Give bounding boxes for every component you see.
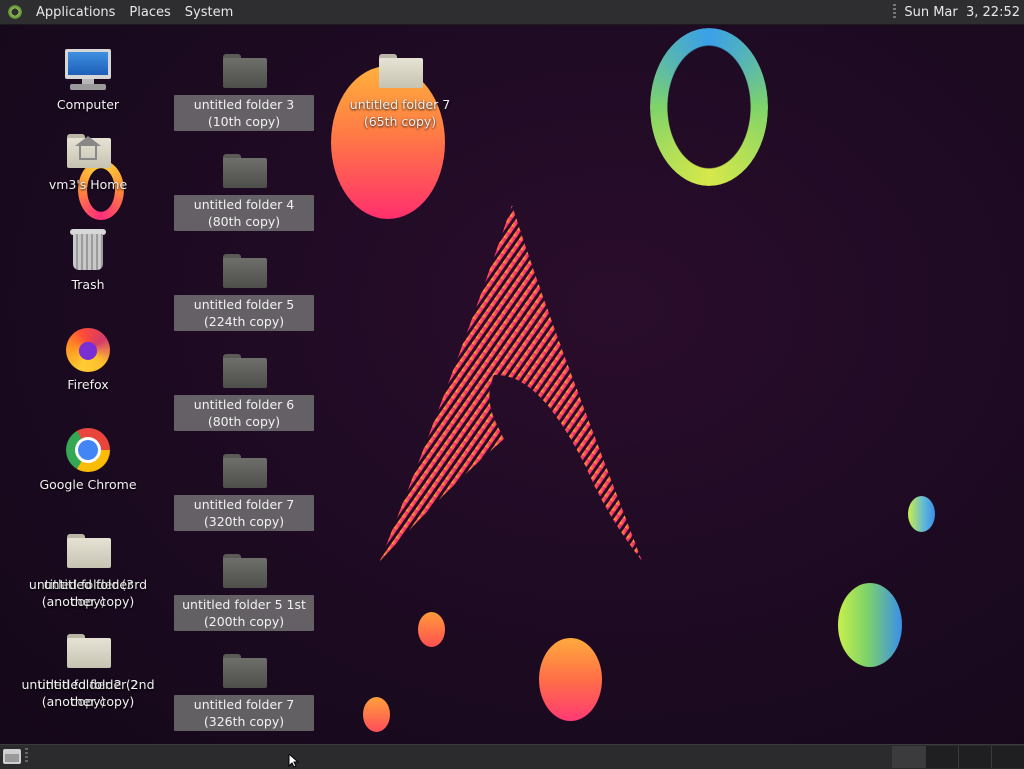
desktop-icon-computer[interactable]: Computer [33,46,143,114]
panel-grip [25,748,28,764]
desktop-icon-folder[interactable]: untitled folder 4 (80th copy) [172,146,316,231]
arch-logo-wallpaper [380,205,642,561]
desktop-icon-label: untitled folder 2 (another copy) [37,677,139,709]
workspace-switcher-4[interactable] [991,746,1024,768]
desktop-icon-label: untitled folder 6 (80th copy) [174,395,314,431]
desktop-icon-label: untitled folder 7 (326th copy) [174,695,314,731]
folder-icon [220,46,268,94]
desktop-icon-trash[interactable]: Trash [33,226,143,294]
wallpaper-orb [418,612,445,647]
clock-applet[interactable]: Sun Mar 3, 22:52 [893,4,1024,20]
desktop-icon-label: vm3's Home [48,177,128,192]
desktop-icon-folder[interactable]: untitled folder 7 (320th copy) [172,446,316,531]
desktop-icon-folder[interactable]: untitled folder 5 1st (200th copy) [172,546,316,631]
wallpaper-orb [363,697,390,732]
system-menu[interactable]: System [178,5,240,20]
desktop-icon-folder[interactable]: untitled folder 3 (10th copy) [172,46,316,131]
folder-icon [220,646,268,694]
wallpaper-orb [838,583,902,667]
workspace-switcher-3[interactable] [958,746,991,768]
applications-menu[interactable]: Applications [29,5,122,20]
computer-icon [64,46,112,94]
wallpaper-orb [908,496,935,532]
desktop-icon-chrome[interactable]: Google Chrome [33,426,143,494]
desktop-icon-label: untitled folder 3 (10th copy) [174,95,314,131]
top-panel: Applications Places System Sun Mar 3, 22… [0,0,1024,25]
folder-icon [220,346,268,394]
folder-icon [220,446,268,494]
workspace-switcher-2[interactable] [925,746,958,768]
desktop-icon-label: untitled folder 4 (80th copy) [174,195,314,231]
desktop-icon-label: untitled folder 5 (224th copy) [174,295,314,331]
panel-grip [893,4,897,20]
desktop-icon-label: Computer [56,97,120,112]
folder-icon [220,146,268,194]
desktop-icon-label: untitled folder 7 (65th copy) [349,97,451,129]
desktop-icon-folder[interactable]: untitled folder 7 (65th copy) [328,46,472,131]
desktop-icon-label: untitled folder (another copy) [41,577,135,609]
folder-icon [64,626,112,674]
desktop-icon-label: Google Chrome [39,477,137,492]
desktop-icon-label: Firefox [67,377,109,392]
desktop-icon-folder[interactable]: untitled folder 6 (80th copy) [172,346,316,431]
desktop-icon-folder[interactable]: untitled folder 5 (224th copy) [172,246,316,331]
wallpaper-orb [539,638,602,721]
mouse-cursor-icon [288,754,300,768]
places-menu[interactable]: Places [122,5,177,20]
folder-icon [220,546,268,594]
folder-icon [376,46,424,94]
desktop-icon-label: untitled folder 7 (320th copy) [174,495,314,531]
show-desktop-icon[interactable] [3,749,21,764]
desktop-icon-folder[interactable]: untitled folder 7 (326th copy) [172,646,316,731]
desktop-icon-folder[interactable]: untitled folder 2 (another copy) [16,626,160,711]
folder-icon [220,246,268,294]
desktop-icon-label: Trash [71,277,105,292]
desktop-icon-label: untitled folder 5 1st (200th copy) [174,595,314,631]
desktop-icon-firefox[interactable]: Firefox [33,326,143,394]
workspace-switcher-1[interactable] [892,746,925,768]
wallpaper-ring-large [650,28,768,186]
trash-icon [64,226,112,274]
home-folder-icon [64,126,112,174]
desktop-icon-home[interactable]: vm3's Home [33,126,143,194]
firefox-icon [64,326,112,374]
bottom-panel [0,744,1024,769]
distro-menu-icon[interactable] [7,4,23,20]
folder-icon [64,526,112,574]
clock-text: Sun Mar 3, 22:52 [904,4,1020,20]
desktop-icon-folder[interactable]: untitled folder (another copy) [16,526,160,611]
chrome-icon [64,426,112,474]
